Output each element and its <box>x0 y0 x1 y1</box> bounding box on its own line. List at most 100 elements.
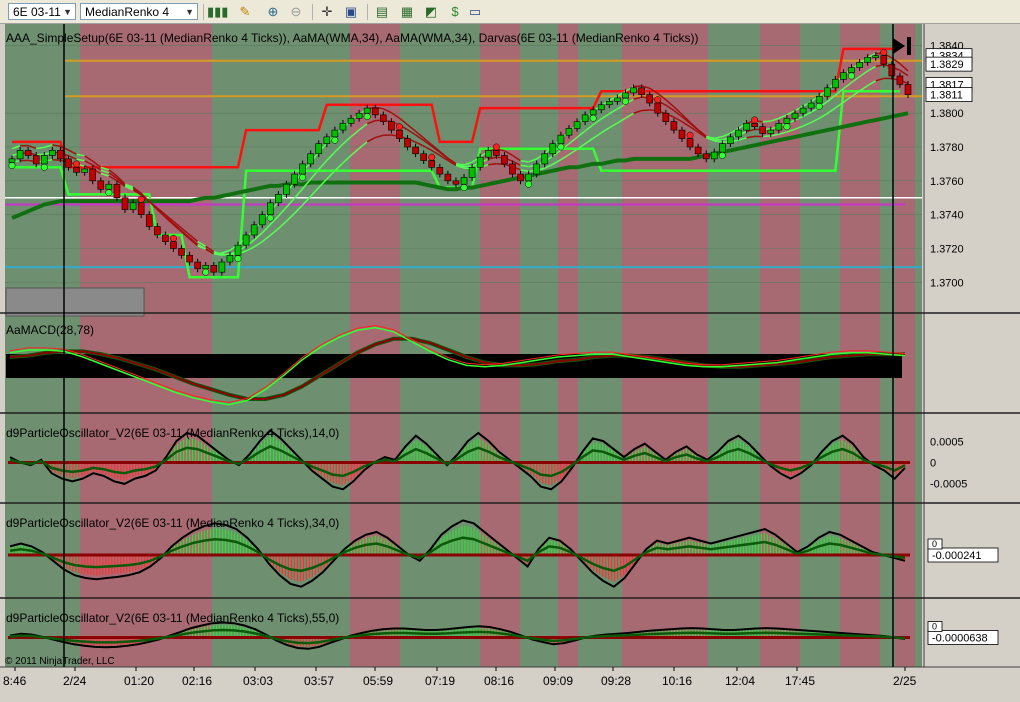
toolbar-separator <box>367 4 368 20</box>
instrument-selector[interactable]: 6E 03-11 ▼ <box>8 3 76 20</box>
properties-icon[interactable]: $ <box>446 3 464 21</box>
candle-body <box>816 96 822 103</box>
price-axis-background <box>924 24 1020 667</box>
data-box-icon[interactable]: ▤ <box>373 3 391 21</box>
window-icon[interactable]: ▭ <box>466 3 484 21</box>
price-tick-label: 1.3760 <box>930 176 964 188</box>
candle-body <box>283 184 289 194</box>
chart-toolbar: 6E 03-11 ▼ MedianRenko 4 Ticks ▼ ▮▮▮ ✎ ⊕… <box>0 0 1020 24</box>
candle-body <box>106 184 112 189</box>
osc34-panel-title: d9ParticleOscillator_V2(6E 03-11 (Median… <box>6 516 339 530</box>
candle-body <box>574 122 580 129</box>
candle-body <box>792 113 798 118</box>
candle-body <box>824 88 830 96</box>
ribbon-ma-segment <box>763 136 771 137</box>
signal-dot <box>267 215 273 221</box>
chart-type-selector[interactable]: MedianRenko 4 Ticks ▼ <box>80 3 198 20</box>
signal-dot <box>138 196 144 202</box>
candle-body <box>396 130 402 138</box>
candle-body <box>614 98 620 101</box>
zoom-out-icon[interactable]: ⊖ <box>287 3 305 21</box>
signal-dot <box>396 124 402 130</box>
candle-body <box>727 137 733 144</box>
price-tick-label: 1.3700 <box>930 277 964 289</box>
chevron-down-icon: ▼ <box>185 4 194 21</box>
candle-body <box>703 154 709 159</box>
candle-body <box>477 157 483 167</box>
candle-body <box>671 122 677 130</box>
candle-body <box>800 108 806 113</box>
candle-body <box>300 164 306 174</box>
candle-body <box>509 164 515 174</box>
candle-body <box>25 150 31 155</box>
candle-body <box>744 123 750 130</box>
time-tick-label: 12:04 <box>725 674 755 688</box>
chart-area[interactable]: 1.38401.38001.37801.37601.37401.37201.37… <box>0 24 1020 697</box>
candle-body <box>485 150 491 157</box>
candle-body <box>534 164 540 174</box>
strategies-icon[interactable]: ◩ <box>422 3 440 21</box>
candle-body <box>82 169 88 172</box>
signal-dot <box>299 174 305 180</box>
candle-body <box>219 262 225 272</box>
signal-dot <box>558 144 564 150</box>
bar-style-icon[interactable]: ▮▮▮ <box>207 3 225 21</box>
candle-body <box>405 139 411 147</box>
osc55-panel-title: d9ParticleOscillator_V2(6E 03-11 (Median… <box>6 611 339 625</box>
candle-body <box>461 177 467 184</box>
candle-body <box>235 245 241 255</box>
candle-body <box>687 139 693 147</box>
candle-body <box>195 262 201 269</box>
signal-dot <box>848 73 854 79</box>
zoom-in-icon[interactable]: ⊕ <box>264 3 282 21</box>
candle-body <box>598 105 604 110</box>
candle-body <box>445 174 451 181</box>
candle-body <box>550 144 556 154</box>
signal-dot <box>106 189 112 195</box>
candle-body <box>114 184 120 198</box>
candle-body <box>784 118 790 123</box>
copyright-text: © 2011 NinjaTrader, LLC <box>5 656 115 667</box>
candle-body <box>227 255 233 262</box>
signal-dot <box>784 124 790 130</box>
candle-body <box>421 154 427 161</box>
candle-body <box>566 128 572 135</box>
candle-body <box>719 144 725 152</box>
signal-dot <box>332 137 338 143</box>
candle-body <box>243 235 249 245</box>
candle-body <box>469 167 475 177</box>
ribbon-ma-segment <box>642 110 650 111</box>
time-tick-label: 03:57 <box>304 674 334 688</box>
chevron-down-icon: ▼ <box>63 4 72 21</box>
candle-body <box>429 161 435 168</box>
candle-body <box>776 123 782 130</box>
candle-body <box>865 57 871 62</box>
chart-canvas[interactable]: 1.38401.38001.37801.37601.37401.37201.37… <box>0 24 1020 697</box>
time-tick-label: 10:16 <box>662 674 692 688</box>
candle-body <box>380 115 386 122</box>
signal-dot <box>687 132 693 138</box>
oscillator-zero-label: 0 <box>932 622 937 632</box>
time-tick-label: 09:09 <box>543 674 573 688</box>
candle-body <box>631 88 637 93</box>
crosshair-icon[interactable]: ✛ <box>318 3 336 21</box>
ribbon-ma-segment <box>464 166 472 167</box>
candle-body <box>905 84 911 94</box>
signal-dot <box>461 184 467 190</box>
candle-body <box>655 103 661 113</box>
price-tick-label: 1.3720 <box>930 243 964 255</box>
indicators-icon[interactable]: ▦ <box>398 3 416 21</box>
candle-body <box>752 123 758 126</box>
draw-icon[interactable]: ✎ <box>236 3 254 21</box>
candle-body <box>211 265 217 272</box>
display-icon[interactable]: ▣ <box>342 3 360 21</box>
signal-dot <box>235 255 241 261</box>
candle-body <box>437 167 443 174</box>
bear-band <box>895 24 915 667</box>
signal-dot <box>170 235 176 241</box>
candle-body <box>639 88 645 95</box>
candle-body <box>501 155 507 163</box>
ribbon-ma-segment <box>36 154 44 155</box>
candle-body <box>356 113 362 118</box>
signal-dot <box>525 181 531 187</box>
